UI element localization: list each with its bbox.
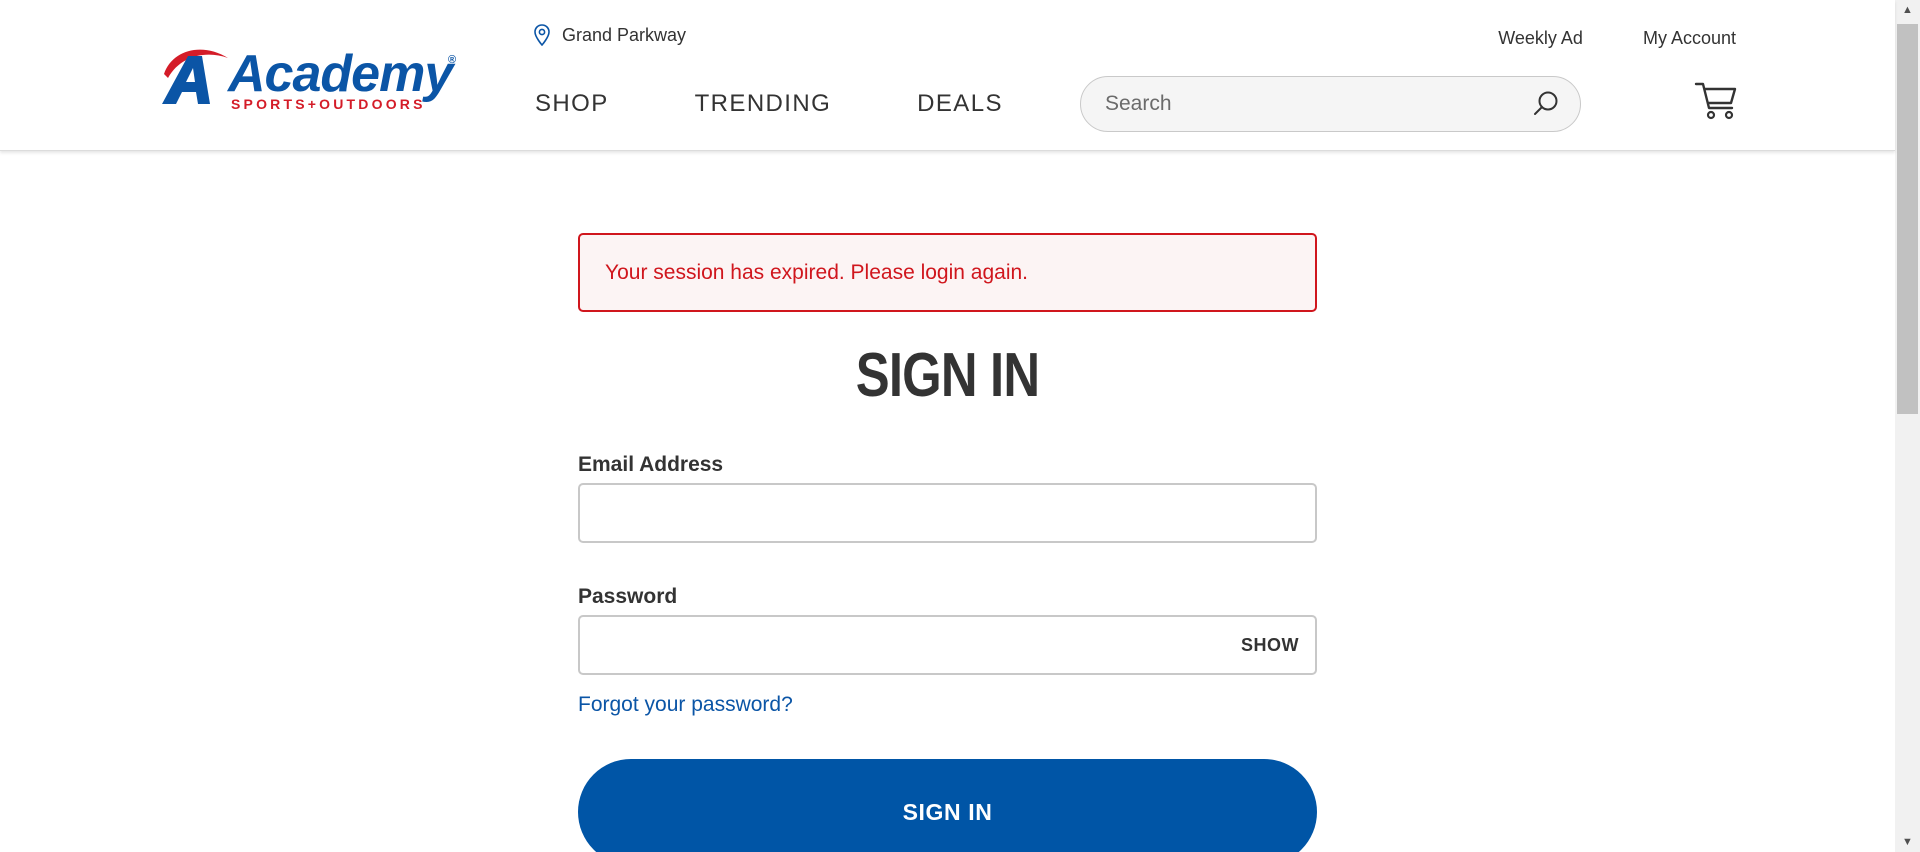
search-input[interactable]	[1103, 77, 1523, 131]
search-icon[interactable]	[1532, 90, 1560, 118]
site-header: Academy ® SPORTS+OUTDOORS Grand Parkway …	[0, 0, 1895, 151]
email-label: Email Address	[578, 453, 724, 476]
utility-links: Weekly Ad My Account	[1498, 28, 1736, 49]
show-password-button[interactable]: SHOW	[1241, 635, 1299, 656]
sign-in-button[interactable]: SIGN IN	[578, 759, 1317, 852]
scroll-up-arrow-icon[interactable]: ▲	[1895, 0, 1920, 20]
nav-shop[interactable]: SHOP	[535, 90, 609, 118]
nav-deals[interactable]: DEALS	[917, 90, 1003, 118]
forgot-password-link[interactable]: Forgot your password?	[578, 693, 793, 717]
password-field[interactable]	[596, 617, 1216, 673]
logo-wordmark: Academy	[228, 45, 453, 103]
scroll-down-arrow-icon[interactable]: ▼	[1895, 832, 1920, 852]
password-label: Password	[578, 585, 678, 608]
weekly-ad-link[interactable]: Weekly Ad	[1498, 28, 1583, 49]
cart-icon[interactable]	[1694, 80, 1738, 120]
page-title: SIGN IN	[855, 341, 1040, 410]
page-scrollbar[interactable]: ▲ ▼	[1895, 0, 1920, 852]
email-field-box	[578, 483, 1317, 543]
store-selector[interactable]: Grand Parkway	[534, 24, 686, 46]
session-expired-alert: Your session has expired. Please login a…	[578, 233, 1317, 312]
academy-a-logo-icon	[162, 49, 228, 104]
alert-message: Your session has expired. Please login a…	[605, 260, 1029, 284]
email-field[interactable]	[596, 485, 1216, 541]
location-pin-icon	[534, 24, 550, 46]
main-nav: SHOP TRENDING DEALS	[535, 90, 1003, 118]
password-field-box: SHOW	[578, 615, 1317, 675]
scrollbar-thumb[interactable]	[1897, 24, 1918, 414]
store-name: Grand Parkway	[562, 24, 687, 45]
logo-tagline: SPORTS+OUTDOORS	[231, 96, 426, 112]
registered-mark: ®	[448, 54, 457, 66]
my-account-link[interactable]: My Account	[1643, 28, 1736, 49]
page: Academy ® SPORTS+OUTDOORS Grand Parkway …	[0, 0, 1920, 852]
academy-logo[interactable]: Academy ® SPORTS+OUTDOORS	[158, 44, 462, 112]
search-box	[1080, 76, 1581, 132]
nav-trending[interactable]: TRENDING	[695, 90, 832, 118]
